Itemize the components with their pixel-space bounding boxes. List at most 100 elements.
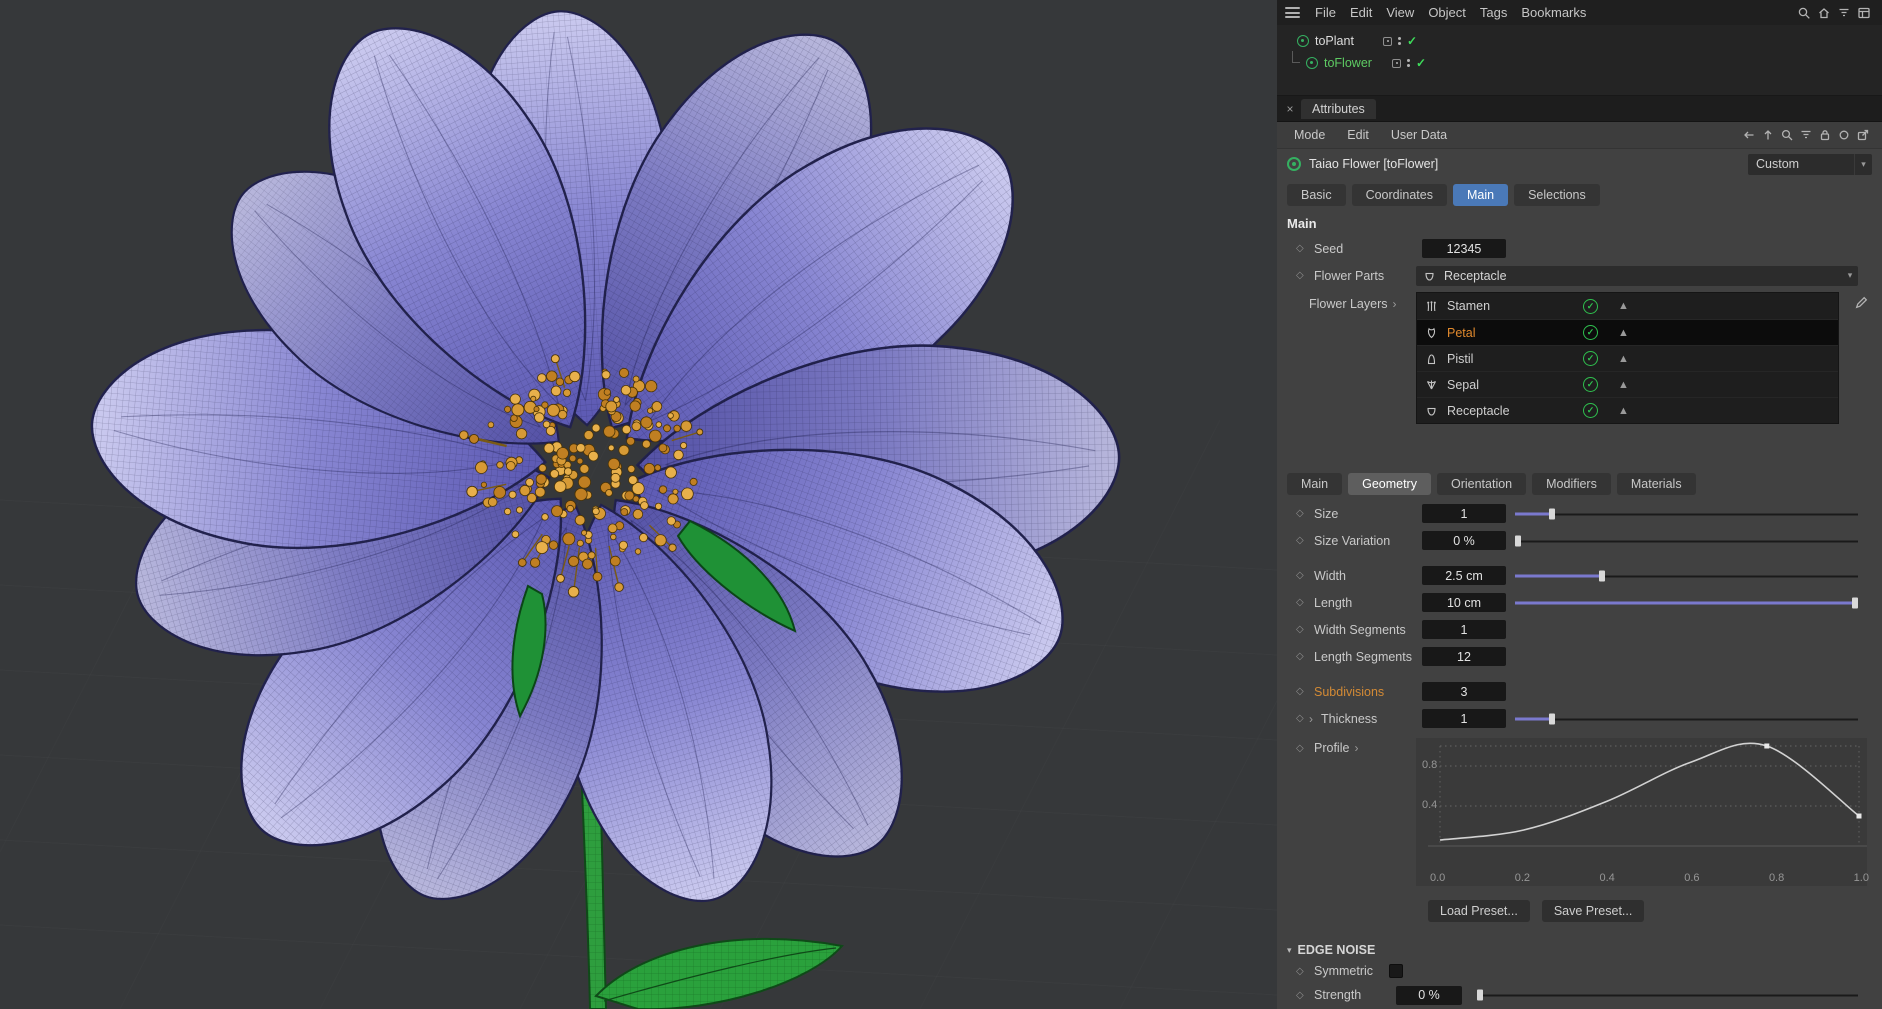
slider-track[interactable] — [1515, 718, 1858, 720]
layer-row-receptacle[interactable]: Receptacle ✓ ▲ — [1417, 397, 1838, 423]
layer-render-triangle-icon[interactable]: ▲ — [1618, 405, 1629, 417]
tab-materials[interactable]: Materials — [1617, 473, 1696, 495]
menu-tags[interactable]: Tags — [1473, 5, 1514, 20]
size-variation-slider[interactable] — [1515, 534, 1858, 547]
keyframe-diamond-icon[interactable]: ◇ — [1296, 624, 1309, 635]
layer-chip-icon[interactable] — [1383, 37, 1392, 46]
size-slider[interactable] — [1515, 507, 1858, 520]
layer-enabled-check-icon[interactable]: ✓ — [1583, 403, 1598, 418]
layer-row-petal[interactable]: Petal ✓ ▲ — [1417, 319, 1838, 345]
layer-render-triangle-icon[interactable]: ▲ — [1618, 300, 1629, 312]
strength-input[interactable]: 0 % — [1396, 986, 1462, 1005]
arrow-left-icon[interactable] — [1739, 126, 1758, 144]
keyframe-diamond-icon[interactable]: ◇ — [1296, 651, 1309, 662]
size-input[interactable]: 1 — [1422, 504, 1506, 523]
keyframe-diamond-icon[interactable]: ◇ — [1296, 686, 1309, 697]
menu-edit-attr[interactable]: Edit — [1340, 128, 1376, 142]
thickness-input[interactable]: 1 — [1422, 709, 1506, 728]
chevron-right-icon[interactable]: › — [1354, 741, 1358, 755]
chevron-right-icon[interactable]: › — [1309, 712, 1313, 726]
object-name[interactable]: toFlower — [1324, 56, 1386, 70]
object-name[interactable]: toPlant — [1315, 34, 1377, 48]
keyframe-diamond-icon[interactable]: ◇ — [1296, 508, 1309, 519]
slider-handle[interactable] — [1515, 535, 1521, 546]
length-slider[interactable] — [1515, 596, 1858, 609]
keyframe-diamond-icon[interactable]: ◇ — [1296, 990, 1309, 1001]
home-icon[interactable] — [1814, 3, 1834, 23]
slider-track[interactable] — [1515, 540, 1858, 542]
layer-name[interactable]: Receptacle — [1447, 404, 1575, 418]
menu-user-data[interactable]: User Data — [1384, 128, 1454, 142]
keyframe-diamond-icon[interactable]: ◇ — [1296, 597, 1309, 608]
chevron-down-icon[interactable]: ▾ — [1854, 154, 1872, 175]
tab-selections[interactable]: Selections — [1514, 184, 1600, 206]
menu-edit[interactable]: Edit — [1343, 5, 1379, 20]
layer-enabled-check-icon[interactable]: ✓ — [1583, 299, 1598, 314]
edit-pencil-icon[interactable] — [1854, 295, 1870, 311]
layer-enabled-check-icon[interactable]: ✓ — [1583, 325, 1598, 340]
chevron-right-icon[interactable]: › — [1393, 297, 1397, 311]
keyframe-diamond-icon[interactable]: ◇ — [1296, 243, 1309, 254]
layer-name[interactable]: Sepal — [1447, 378, 1575, 392]
load-preset-button[interactable]: Load Preset... — [1428, 900, 1530, 922]
keyframe-diamond-icon[interactable]: ◇ — [1296, 713, 1309, 724]
layer-render-triangle-icon[interactable]: ▲ — [1618, 327, 1629, 339]
keyframe-diamond-icon[interactable]: ◇ — [1296, 570, 1309, 581]
seed-input[interactable]: 12345 — [1422, 239, 1506, 258]
slider-track[interactable] — [1515, 513, 1858, 515]
arrow-up-icon[interactable] — [1758, 126, 1777, 144]
viewport-3d[interactable] — [0, 0, 1277, 1009]
tab-basic[interactable]: Basic — [1287, 184, 1346, 206]
width-input[interactable]: 2.5 cm — [1422, 566, 1506, 585]
length-segments-input[interactable]: 12 — [1422, 647, 1506, 666]
tab-orientation[interactable]: Orientation — [1437, 473, 1526, 495]
thickness-slider[interactable] — [1515, 712, 1858, 725]
edge-noise-header[interactable]: ▾ EDGE NOISE — [1277, 938, 1882, 959]
chevron-down-icon[interactable]: ▾ — [1842, 270, 1858, 281]
menu-mode[interactable]: Mode — [1287, 128, 1332, 142]
preset-dropdown[interactable]: Custom ▾ — [1748, 154, 1872, 175]
enabled-check-icon[interactable]: ✓ — [1416, 56, 1426, 70]
menu-bookmarks[interactable]: Bookmarks — [1514, 5, 1593, 20]
enable-dots-icon[interactable] — [1398, 37, 1401, 45]
slider-handle[interactable] — [1549, 713, 1555, 724]
layout-icon[interactable] — [1854, 3, 1874, 23]
slider-track[interactable] — [1477, 995, 1858, 997]
save-preset-button[interactable]: Save Preset... — [1542, 900, 1645, 922]
hamburger-menu-icon[interactable] — [1285, 7, 1300, 18]
width-segments-input[interactable]: 1 — [1422, 620, 1506, 639]
close-icon[interactable]: × — [1282, 101, 1298, 117]
layer-row-stamen[interactable]: Stamen ✓ ▲ — [1417, 293, 1838, 319]
subdivisions-input[interactable]: 3 — [1422, 682, 1506, 701]
object-row-toplant[interactable]: toPlant ✓ — [1277, 30, 1882, 52]
layer-chip-icon[interactable] — [1392, 59, 1401, 68]
slider-handle[interactable] — [1852, 597, 1858, 608]
keyframe-diamond-icon[interactable]: ◇ — [1296, 270, 1309, 281]
viewport-canvas[interactable] — [0, 0, 1277, 1009]
tab-main[interactable]: Main — [1453, 184, 1508, 206]
flower-parts-dropdown[interactable]: Receptacle ▾ — [1416, 266, 1858, 286]
layer-name[interactable]: Pistil — [1447, 352, 1575, 366]
tab-modifiers[interactable]: Modifiers — [1532, 473, 1611, 495]
profile-curve-editor[interactable]: 0.8 0.4 0.0 0.2 0.4 0.6 0.8 1.0 — [1416, 738, 1867, 886]
tab-geo-main[interactable]: Main — [1287, 473, 1342, 495]
width-slider[interactable] — [1515, 569, 1858, 582]
tab-coordinates[interactable]: Coordinates — [1352, 184, 1447, 206]
layer-enabled-check-icon[interactable]: ✓ — [1583, 377, 1598, 392]
keyframe-circle-icon[interactable] — [1834, 126, 1853, 144]
layer-render-triangle-icon[interactable]: ▲ — [1618, 379, 1629, 391]
keyframe-diamond-icon[interactable]: ◇ — [1296, 966, 1309, 977]
slider-handle[interactable] — [1549, 508, 1555, 519]
length-input[interactable]: 10 cm — [1422, 593, 1506, 612]
filter-icon[interactable] — [1834, 3, 1854, 23]
chevron-down-icon[interactable]: ▾ — [1287, 945, 1292, 956]
layer-row-pistil[interactable]: Pistil ✓ ▲ — [1417, 345, 1838, 371]
symmetric-checkbox[interactable] — [1389, 964, 1403, 978]
search-icon[interactable] — [1794, 3, 1814, 23]
layer-row-sepal[interactable]: Sepal ✓ ▲ — [1417, 371, 1838, 397]
keyframe-diamond-icon[interactable]: ◇ — [1296, 743, 1309, 754]
layer-name[interactable]: Stamen — [1447, 299, 1575, 313]
object-row-toflower[interactable]: toFlower ✓ — [1277, 52, 1882, 74]
filter-icon[interactable] — [1796, 126, 1815, 144]
keyframe-diamond-icon[interactable]: ◇ — [1296, 535, 1309, 546]
